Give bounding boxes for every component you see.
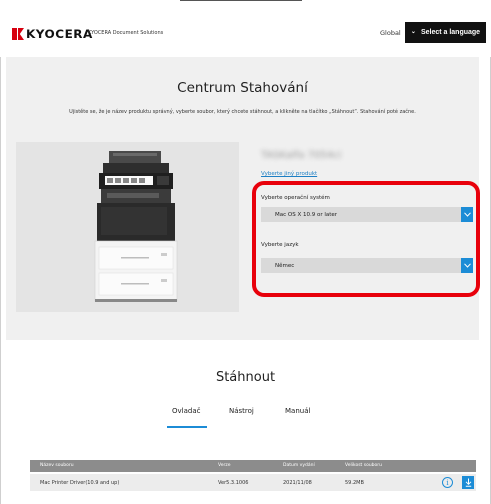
product-name: TASKalfa 7054ci [261, 150, 342, 161]
printer-image [91, 149, 181, 304]
language-select[interactable]: Němec [261, 258, 473, 273]
chevron-down-icon: ⌄ [410, 29, 416, 35]
kyocera-logo-mark-icon [12, 28, 24, 40]
select-other-product-link[interactable]: Vyberte jiný produkt [261, 171, 317, 177]
tab-utility[interactable]: Nástroj [229, 407, 254, 415]
column-header-file-name: Název souboru [40, 463, 74, 468]
select-language-label: Select a language [420, 29, 481, 36]
table-row: Mac Printer Driver(10.9 and up) Ver5.3.1… [30, 474, 476, 491]
page-title: Centrum Stahování [177, 80, 308, 96]
download-icon[interactable] [462, 476, 474, 489]
chevron-down-icon [461, 258, 473, 273]
column-header-version: Verze [218, 463, 231, 468]
chevron-down-icon [461, 207, 473, 222]
logo-wordmark: KYOCERA [26, 27, 93, 41]
product-image-panel [16, 142, 239, 312]
site-header: KYOCERA KYOCERA Document Solutions Globa… [0, 1, 491, 57]
tab-manual[interactable]: Manuál [285, 407, 310, 415]
row-version: Ver5.3.1006 [218, 480, 249, 486]
row-release-date: 2021/11/08 [283, 480, 312, 486]
active-tab-indicator [167, 426, 207, 428]
info-icon[interactable]: i [442, 477, 453, 488]
kyocera-logo[interactable]: KYOCERA [12, 27, 93, 41]
column-header-release-date: Datum vydání [283, 463, 315, 468]
tab-driver[interactable]: Ovladač [172, 407, 200, 415]
row-file-size: 59.2MB [345, 480, 364, 486]
language-select-value: Němec [275, 262, 295, 269]
brand-subtitle: KYOCERA Document Solutions [88, 30, 164, 36]
download-tabs: Ovladač Nástroj Manuál [0, 407, 491, 428]
page-instructions: Ujistěte se, že je název produktu správn… [69, 109, 416, 115]
downloads-table-header: Název souboru Verze Datum vydání Velikos… [30, 460, 476, 472]
row-file-name: Mac Printer Driver(10.9 and up) [40, 480, 120, 486]
download-center-panel: Centrum Stahování Ujistěte se, že je náz… [6, 57, 480, 340]
column-header-file-size: Velikost souboru [345, 463, 382, 468]
os-select[interactable]: Mac OS X 10.9 or later [261, 207, 473, 222]
global-region-link[interactable]: Global [380, 29, 401, 37]
language-label: Vyberte jazyk [261, 242, 299, 248]
os-select-value: Mac OS X 10.9 or later [275, 211, 338, 218]
download-section-title: Stáhnout [215, 370, 276, 385]
os-label: Vyberte operační systém [261, 195, 330, 201]
select-language-button[interactable]: ⌄ Select a language [405, 22, 486, 43]
